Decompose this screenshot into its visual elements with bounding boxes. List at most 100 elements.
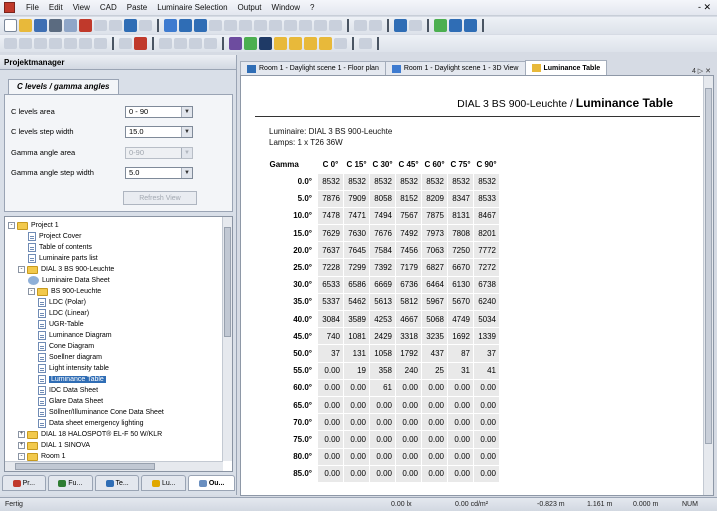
tab-project[interactable]: Pr... xyxy=(2,475,46,491)
grid-icon[interactable] xyxy=(284,20,297,31)
tab-c-levels-gamma-angles[interactable]: C levels / gamma angles xyxy=(8,79,119,94)
menu-paste[interactable]: Paste xyxy=(122,3,152,12)
list-icon[interactable] xyxy=(449,19,462,32)
array-icon[interactable] xyxy=(79,38,92,49)
tree-item[interactable]: Glare Data Sheet xyxy=(38,396,103,407)
tree-item[interactable]: - DIAL 3 BS 900-Leuchte xyxy=(18,264,114,275)
furniture-icon[interactable] xyxy=(329,20,342,31)
tree-item[interactable]: - Project 1 xyxy=(8,220,59,231)
options-icon[interactable] xyxy=(359,38,372,49)
collapse-icon[interactable]: - xyxy=(18,453,25,460)
cut-icon[interactable] xyxy=(79,19,92,32)
menu-luminaire-selection[interactable]: Luminaire Selection xyxy=(152,3,232,12)
undo-icon[interactable] xyxy=(124,19,137,32)
iso-lines-icon[interactable] xyxy=(274,37,287,50)
tree-item[interactable]: + DIAL 18 HALOSPOT® EL-F 50 W/KLR xyxy=(18,429,162,440)
view-3d-icon[interactable] xyxy=(204,38,217,49)
menu-output[interactable]: Output xyxy=(233,3,267,12)
open-folder-icon[interactable] xyxy=(19,19,32,32)
select-icon[interactable] xyxy=(4,38,17,49)
calc-icon[interactable] xyxy=(239,20,252,31)
redo-icon[interactable] xyxy=(139,20,152,31)
tab-luminaires[interactable]: Lu... xyxy=(141,475,187,491)
tree-item[interactable]: Soellner diagram xyxy=(38,352,102,363)
delete-icon[interactable] xyxy=(134,37,147,50)
tree-item[interactable]: + DIAL 1 SINOVA xyxy=(18,440,90,451)
tab-output[interactable]: Ou... xyxy=(188,475,235,491)
menu-edit[interactable]: Edit xyxy=(44,3,68,12)
tree-item[interactable]: - BS 900-Leuchte xyxy=(28,286,101,297)
render-icon[interactable] xyxy=(229,37,242,50)
tree-item[interactable]: Cone Diagram xyxy=(38,341,94,352)
table-view-icon[interactable] xyxy=(394,19,407,32)
tab-floor-plan[interactable]: Room 1 - Daylight scene 1 - Floor plan xyxy=(240,61,386,75)
scroll-thumb[interactable] xyxy=(705,88,712,444)
tab-3d-view[interactable]: Room 1 - Daylight scene 1 - 3D View xyxy=(384,61,526,75)
tab-textures[interactable]: Te... xyxy=(94,475,140,491)
c-levels-step-select[interactable]: 15.0 ▼ xyxy=(125,125,193,138)
chevron-down-icon[interactable]: ▼ xyxy=(181,106,192,117)
tab-furniture[interactable]: Fu... xyxy=(47,475,93,491)
c-levels-area-select[interactable]: 0 - 90 ▼ xyxy=(125,105,193,118)
print-preview-icon[interactable] xyxy=(64,19,77,32)
new-file-icon[interactable] xyxy=(4,19,17,32)
tab-luminance-table[interactable]: Luminance Table xyxy=(524,60,608,75)
tree-item[interactable]: Luminance Diagram xyxy=(38,330,112,341)
copy-icon[interactable] xyxy=(94,20,107,31)
window-icon[interactable] xyxy=(464,19,477,32)
daylight-icon[interactable] xyxy=(254,20,267,31)
rotate-icon[interactable] xyxy=(19,38,32,49)
print-icon[interactable] xyxy=(49,19,62,32)
expand-icon[interactable]: + xyxy=(18,442,25,449)
align-icon[interactable] xyxy=(49,38,62,49)
luminaire-icon[interactable] xyxy=(164,19,177,32)
tree-item[interactable]: IDC Data Sheet xyxy=(38,385,98,396)
project-tree[interactable]: - Project 1 Project Cover Table of contents… xyxy=(4,216,233,472)
lightscene-icon[interactable] xyxy=(244,37,257,50)
menu-cad[interactable]: CAD xyxy=(95,3,122,12)
export-icon[interactable] xyxy=(334,38,347,49)
wizard-icon[interactable] xyxy=(224,20,237,31)
tree-item[interactable]: Luminance Table xyxy=(38,374,106,385)
tree-item[interactable]: LDC (Linear) xyxy=(38,308,89,319)
scene-icon[interactable] xyxy=(269,20,282,31)
collapse-icon[interactable]: - xyxy=(18,266,25,273)
menu-file[interactable]: File xyxy=(21,3,44,12)
paste-icon[interactable] xyxy=(109,20,122,31)
room-icon[interactable] xyxy=(179,19,192,32)
mirror-icon[interactable] xyxy=(34,38,47,49)
zoom-icon[interactable] xyxy=(354,20,367,31)
view-front-icon[interactable] xyxy=(159,38,172,49)
street-icon[interactable] xyxy=(209,20,222,31)
tree-item[interactable]: UGR-Table xyxy=(38,319,84,330)
tree-item[interactable]: Luminaire Data Sheet xyxy=(28,275,110,286)
scroll-thumb[interactable] xyxy=(224,227,231,337)
tree-item[interactable]: Project Cover xyxy=(28,231,81,242)
exterior-icon[interactable] xyxy=(194,19,207,32)
tree-item[interactable]: Table of contents xyxy=(28,242,92,253)
false-colors-icon[interactable] xyxy=(289,37,302,50)
tree-vertical-scrollbar[interactable] xyxy=(222,217,232,461)
menu-window[interactable]: Window xyxy=(267,3,305,12)
snap-icon[interactable] xyxy=(94,38,107,49)
tree-item[interactable]: Söllner/Illuminance Cone Data Sheet xyxy=(38,407,164,418)
menu-help[interactable]: ? xyxy=(305,3,319,12)
collapse-icon[interactable]: - xyxy=(8,222,15,229)
tree-item[interactable]: LDC (Polar) xyxy=(38,297,86,308)
output-icon[interactable] xyxy=(434,19,447,32)
collapse-icon[interactable]: - xyxy=(28,288,35,295)
app-icon[interactable] xyxy=(4,2,15,13)
value-chart-icon[interactable] xyxy=(304,37,317,50)
window-controls[interactable]: - ✕ xyxy=(698,2,711,13)
tree-horizontal-scrollbar[interactable] xyxy=(5,461,223,471)
chevron-down-icon[interactable]: ▼ xyxy=(181,126,192,137)
save-icon[interactable] xyxy=(34,19,47,32)
group-icon[interactable] xyxy=(119,38,132,49)
raytrace-icon[interactable] xyxy=(319,37,332,50)
tree-item[interactable]: Light intensity table xyxy=(38,363,109,374)
view-top-icon[interactable] xyxy=(189,38,202,49)
tree-item[interactable]: Data sheet emergency lighting xyxy=(38,418,144,429)
pan-icon[interactable] xyxy=(369,20,382,31)
chevron-down-icon[interactable]: ▼ xyxy=(181,167,192,178)
expand-icon[interactable]: + xyxy=(18,431,25,438)
